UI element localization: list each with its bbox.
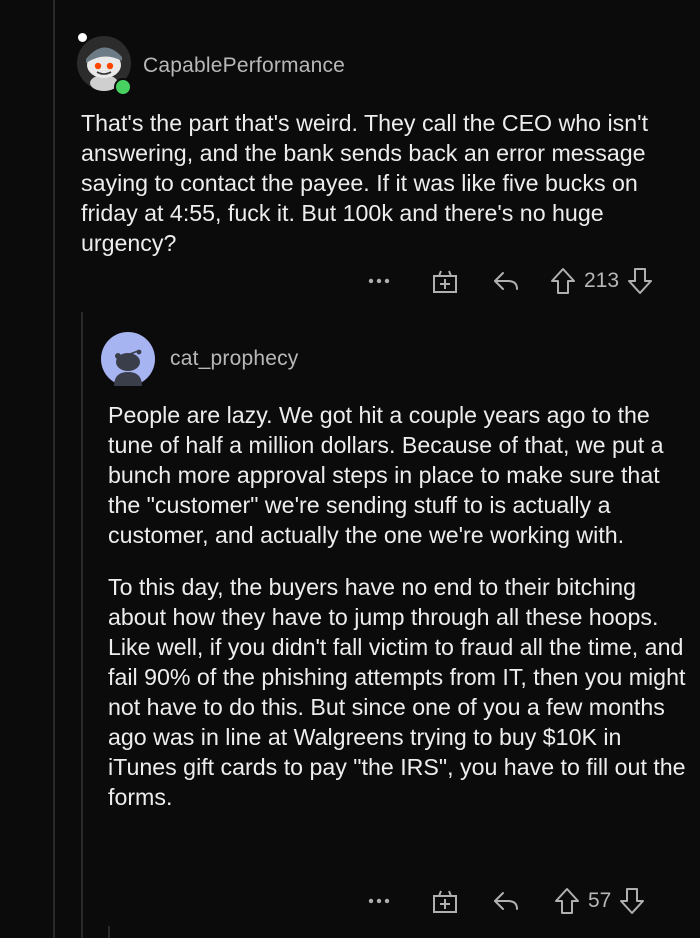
avatar-cat-prophecy[interactable] xyxy=(101,332,155,386)
reply-button[interactable] xyxy=(492,889,520,913)
gift-icon xyxy=(433,270,457,293)
thread-line-reply[interactable] xyxy=(81,312,83,938)
thread-line-nested[interactable] xyxy=(108,926,110,938)
upvote-button[interactable] xyxy=(550,267,576,295)
comment-author[interactable]: cat_prophecy xyxy=(170,347,298,371)
downvote-arrow-icon xyxy=(628,268,653,294)
ellipsis-icon xyxy=(368,898,390,904)
comment-paragraph: People are lazy. We got hit a couple yea… xyxy=(108,402,664,548)
comment-paragraph: To this day, the buyers have no end to t… xyxy=(108,574,686,810)
reply-arrow-icon xyxy=(494,892,518,910)
upvote-button[interactable] xyxy=(554,887,580,915)
thread-line-outer[interactable] xyxy=(53,0,55,938)
downvote-arrow-icon xyxy=(620,888,645,914)
vote-score: 213 xyxy=(584,269,620,292)
comment-body: That's the part that's weird. They call … xyxy=(81,108,681,258)
reply-button[interactable] xyxy=(492,269,520,293)
downvote-button[interactable] xyxy=(619,887,645,915)
white-dot-icon xyxy=(78,33,87,42)
comment-author[interactable]: CapablePerformance xyxy=(143,54,345,78)
comment-paragraph: That's the part that's weird. They call … xyxy=(81,110,649,256)
avatar-capableperformance[interactable] xyxy=(76,33,132,96)
comment-actions: 213 xyxy=(364,264,653,298)
upvote-arrow-icon xyxy=(555,888,579,914)
ellipsis-icon xyxy=(368,278,390,284)
snoo-avatar-icon xyxy=(101,332,155,386)
comment-actions: 57 xyxy=(364,884,645,918)
gift-icon xyxy=(433,890,457,913)
award-button[interactable] xyxy=(431,887,459,915)
upvote-arrow-icon xyxy=(551,268,575,294)
award-button[interactable] xyxy=(431,267,459,295)
downvote-button[interactable] xyxy=(627,267,653,295)
online-status-indicator xyxy=(114,78,132,96)
reply-arrow-icon xyxy=(494,272,518,290)
more-options-button[interactable] xyxy=(364,897,394,905)
vote-score: 57 xyxy=(588,889,612,912)
comment-body: People are lazy. We got hit a couple yea… xyxy=(108,400,688,812)
more-options-button[interactable] xyxy=(364,277,394,285)
